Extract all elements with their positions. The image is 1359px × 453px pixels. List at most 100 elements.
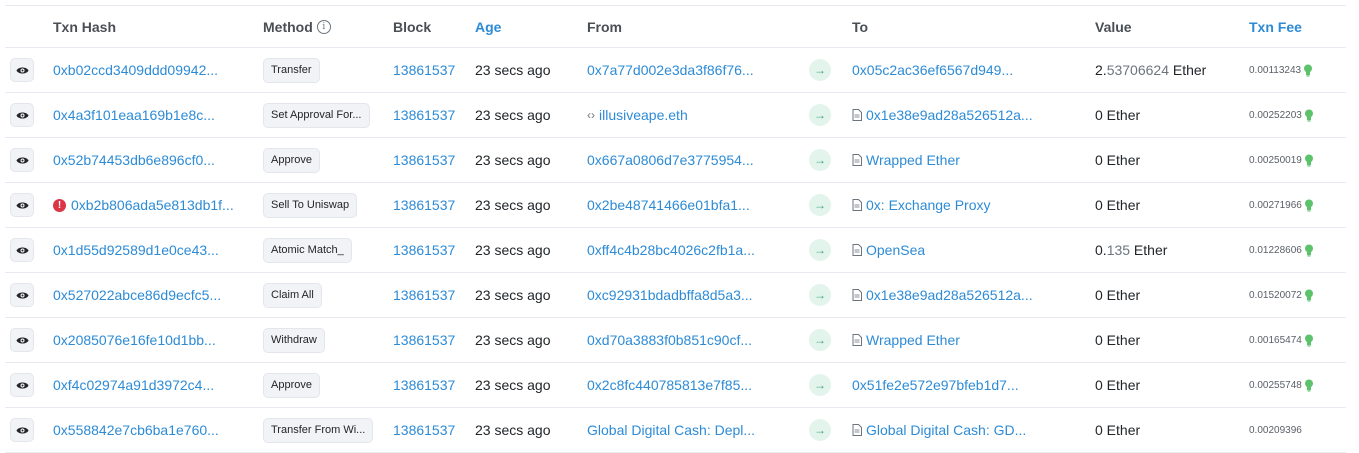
col-txn-fee[interactable]: Txn Fee bbox=[1249, 6, 1345, 47]
from-address-link[interactable]: 0x2c8fc440785813e7f85... bbox=[587, 377, 752, 393]
direction-cell: → bbox=[809, 138, 835, 182]
fee-text: 0.00255748 bbox=[1249, 379, 1302, 391]
to-address-link[interactable]: Wrapped Ether bbox=[866, 152, 960, 168]
block-link[interactable]: 13861537 bbox=[393, 152, 455, 168]
fee-cell: 0.00209396 bbox=[1249, 408, 1345, 452]
eye-icon[interactable] bbox=[10, 193, 34, 217]
to-address-link[interactable]: 0x: Exchange Proxy bbox=[866, 197, 991, 213]
view-cell bbox=[10, 48, 36, 92]
col-block: Block bbox=[393, 18, 432, 35]
method-cell: Set Approval For... bbox=[263, 93, 381, 137]
method-badge: Withdraw bbox=[263, 327, 325, 353]
eye-icon[interactable] bbox=[10, 373, 34, 397]
from-address-link[interactable]: 0xc92931bdadbffa8d5a3... bbox=[587, 287, 753, 303]
block-link[interactable]: 13861537 bbox=[393, 62, 455, 78]
bulb-icon[interactable] bbox=[1304, 334, 1314, 347]
block-link[interactable]: 13861537 bbox=[393, 377, 455, 393]
txn-hash-cell: ! 0xb2b806ada5e813db1f... bbox=[53, 183, 243, 227]
from-address-link[interactable]: 0xff4c4b28bc4026c2fb1a... bbox=[587, 242, 755, 258]
eye-icon[interactable] bbox=[10, 58, 34, 82]
value-unit: Ether bbox=[1102, 152, 1141, 168]
view-cell bbox=[10, 408, 36, 452]
fee-cell: 0.01228606 bbox=[1249, 228, 1345, 272]
value-cell: 0 Ether bbox=[1095, 138, 1245, 182]
eye-icon[interactable] bbox=[10, 328, 34, 352]
table-row: 0x2085076e16fe10d1bb... Withdraw 1386153… bbox=[5, 318, 1346, 363]
txn-hash-link[interactable]: 0x1d55d92589d1e0ce43... bbox=[53, 242, 219, 258]
eye-icon[interactable] bbox=[10, 418, 34, 442]
block-cell: 13861537 bbox=[393, 273, 467, 317]
bulb-icon[interactable] bbox=[1304, 199, 1314, 212]
info-icon[interactable]: i bbox=[316, 19, 331, 34]
value-main: 0 bbox=[1095, 287, 1103, 303]
table-row: 0x1d55d92589d1e0ce43... Atomic Match_ 13… bbox=[5, 228, 1346, 273]
block-link[interactable]: 13861537 bbox=[393, 107, 455, 123]
col-txn-hash: Txn Hash bbox=[53, 18, 117, 35]
from-address-link[interactable]: 0x667a0806d7e3775954... bbox=[587, 152, 754, 168]
from-cell: 0xd70a3883f0b851c90cf... bbox=[587, 318, 802, 362]
from-address-link[interactable]: Global Digital Cash: Depl... bbox=[587, 422, 755, 438]
bulb-icon[interactable] bbox=[1304, 154, 1314, 167]
txn-hash-link[interactable]: 0x558842e7cb6ba1e760... bbox=[53, 422, 219, 438]
eye-icon[interactable] bbox=[10, 238, 34, 262]
txn-hash-link[interactable]: 0xb02ccd3409ddd09942... bbox=[53, 62, 218, 78]
table-row: 0x527022abce86d9ecfc5... Claim All 13861… bbox=[5, 273, 1346, 318]
to-address-link[interactable]: 0x1e38e9ad28a526512a... bbox=[866, 107, 1033, 123]
to-address-link[interactable]: 0x05c2ac36ef6567d949... bbox=[852, 62, 1013, 78]
txn-hash-link[interactable]: 0xf4c02974a91d3972c4... bbox=[53, 377, 214, 393]
from-cell: 0x2be48741466e01bfa1... bbox=[587, 183, 802, 227]
direction-cell: → bbox=[809, 318, 835, 362]
txn-hash-link[interactable]: 0x4a3f101eaa169b1e8c... bbox=[53, 107, 215, 123]
eye-icon[interactable] bbox=[10, 148, 34, 172]
method-badge: Approve bbox=[263, 372, 320, 398]
method-badge: Transfer bbox=[263, 57, 320, 83]
from-address-link[interactable]: illusiveape.eth bbox=[599, 107, 688, 123]
bulb-icon[interactable] bbox=[1303, 64, 1313, 77]
bulb-icon[interactable] bbox=[1304, 244, 1314, 257]
fee-cell: 0.00113243 bbox=[1249, 48, 1345, 92]
to-cell: Wrapped Ether bbox=[852, 138, 1077, 182]
block-link[interactable]: 13861537 bbox=[393, 287, 455, 303]
value-decimals: 53706624 bbox=[1106, 62, 1169, 78]
bulb-icon[interactable] bbox=[1304, 109, 1314, 122]
bulb-icon[interactable] bbox=[1304, 289, 1314, 302]
arrow-right-icon: → bbox=[809, 284, 831, 306]
block-cell: 13861537 bbox=[393, 183, 467, 227]
eye-icon[interactable] bbox=[10, 103, 34, 127]
to-cell: Wrapped Ether bbox=[852, 318, 1077, 362]
value-unit: Ether bbox=[1168, 62, 1207, 78]
block-link[interactable]: 13861537 bbox=[393, 242, 455, 258]
from-address-link[interactable]: 0x7a77d002e3da3f86f76... bbox=[587, 62, 754, 78]
to-address-link[interactable]: Wrapped Ether bbox=[866, 332, 960, 348]
table-header: Txn Hash Method i Block Age From To Value… bbox=[5, 5, 1346, 48]
col-age[interactable]: Age bbox=[475, 6, 571, 47]
block-cell: 13861537 bbox=[393, 363, 467, 407]
block-link[interactable]: 13861537 bbox=[393, 332, 455, 348]
eye-icon[interactable] bbox=[10, 283, 34, 307]
direction-cell: → bbox=[809, 228, 835, 272]
block-cell: 13861537 bbox=[393, 138, 467, 182]
block-link[interactable]: 13861537 bbox=[393, 197, 455, 213]
value-cell: 0 Ether bbox=[1095, 318, 1245, 362]
arrow-right-icon: → bbox=[809, 329, 831, 351]
value-unit: Ether bbox=[1102, 197, 1141, 213]
to-address-link[interactable]: Global Digital Cash: GD... bbox=[866, 422, 1026, 438]
bulb-icon[interactable] bbox=[1304, 379, 1314, 392]
table-row: 0x4a3f101eaa169b1e8c... Set Approval For… bbox=[5, 93, 1346, 138]
from-address-link[interactable]: 0x2be48741466e01bfa1... bbox=[587, 197, 750, 213]
txn-hash-link[interactable]: 0x2085076e16fe10d1bb... bbox=[53, 332, 216, 348]
txn-hash-cell: 0xb02ccd3409ddd09942... bbox=[53, 48, 243, 92]
block-link[interactable]: 13861537 bbox=[393, 422, 455, 438]
fee-cell: 0.00252203 bbox=[1249, 93, 1345, 137]
to-address-link[interactable]: OpenSea bbox=[866, 242, 925, 258]
view-cell bbox=[10, 273, 36, 317]
txn-hash-link[interactable]: 0x527022abce86d9ecfc5... bbox=[53, 287, 221, 303]
txn-hash-link[interactable]: 0xb2b806ada5e813db1f... bbox=[71, 197, 234, 213]
age-cell: 23 secs ago bbox=[475, 228, 571, 272]
txn-hash-cell: 0x558842e7cb6ba1e760... bbox=[53, 408, 243, 452]
to-address-link[interactable]: 0x1e38e9ad28a526512a... bbox=[866, 287, 1033, 303]
txn-hash-link[interactable]: 0x52b74453db6e896cf0... bbox=[53, 152, 215, 168]
from-cell: 0xc92931bdadbffa8d5a3... bbox=[587, 273, 802, 317]
to-address-link[interactable]: 0x51fe2e572e97bfeb1d7... bbox=[852, 377, 1019, 393]
from-address-link[interactable]: 0xd70a3883f0b851c90cf... bbox=[587, 332, 752, 348]
